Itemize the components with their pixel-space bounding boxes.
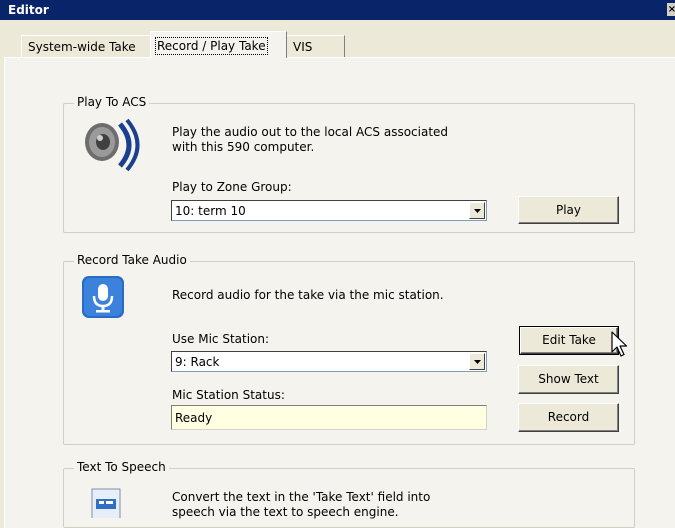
mic-status-label: Mic Station Status: (172, 388, 285, 402)
record-label: Record (547, 410, 590, 424)
tab-record-play-take[interactable]: Record / Play Take (150, 31, 287, 58)
microphone-icon (82, 276, 124, 318)
chevron-down-icon[interactable] (469, 202, 485, 219)
mic-status-field: Ready (171, 405, 487, 430)
description-line: Convert the text in the 'Take Text' fiel… (172, 490, 431, 504)
show-text-button[interactable]: Show Text (518, 365, 619, 394)
group-legend: Text To Speech (74, 460, 169, 474)
tts-description: Convert the text in the 'Take Text' fiel… (172, 490, 430, 520)
window-title: Editor (8, 3, 49, 17)
mic-station-value: 9: Rack (175, 355, 220, 369)
edit-take-label: Edit Take (542, 333, 596, 347)
window-title-bar: Editor × (0, 0, 675, 20)
zone-group-select[interactable]: 10: term 10 (171, 200, 487, 221)
description-line: with this 590 computer. (172, 140, 315, 154)
close-icon[interactable]: × (667, 3, 675, 16)
document-speech-icon (91, 488, 121, 518)
record-button[interactable]: Record (518, 403, 619, 432)
play-button[interactable]: Play (518, 196, 619, 224)
tab-label: VIS (293, 40, 313, 54)
group-legend: Play To ACS (74, 95, 150, 109)
mouse-cursor-icon (611, 331, 628, 357)
play-button-label: Play (555, 203, 582, 217)
tab-label: System-wide Take (28, 40, 136, 54)
tab-system-wide-take[interactable]: System-wide Take (21, 35, 151, 57)
tab-label: Record / Play Take (155, 37, 268, 55)
zone-group-value: 10: term 10 (175, 204, 246, 218)
edit-take-button[interactable]: Edit Take (519, 326, 619, 355)
mic-station-select[interactable]: 9: Rack (171, 351, 487, 372)
group-legend: Record Take Audio (74, 253, 190, 267)
chevron-down-icon[interactable] (469, 353, 485, 370)
description-line: Play the audio out to the local ACS asso… (172, 125, 449, 139)
record-description: Record audio for the take via the mic st… (172, 288, 444, 302)
show-text-label: Show Text (538, 372, 599, 386)
speaker-icon (85, 118, 140, 172)
tab-vis[interactable]: VIS (286, 35, 345, 57)
mic-station-label: Use Mic Station: (172, 332, 270, 346)
play-description: Play the audio out to the local ACS asso… (172, 125, 448, 155)
zone-group-label: Play to Zone Group: (172, 180, 292, 194)
mic-status-value: Ready (175, 411, 213, 425)
